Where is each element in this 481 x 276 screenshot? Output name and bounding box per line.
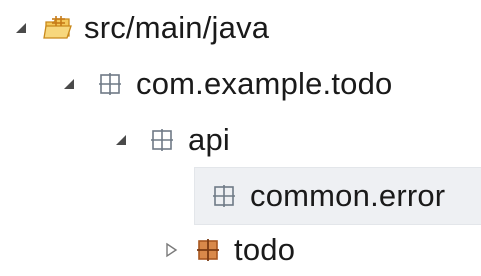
tree-item-com-example-todo[interactable]: com.example.todo bbox=[0, 58, 393, 110]
tree-item-todo[interactable]: todo bbox=[0, 224, 295, 276]
tree-item-label: com.example.todo bbox=[136, 66, 393, 101]
expanded-arrow-icon[interactable] bbox=[110, 129, 132, 151]
tree-item-label: api bbox=[188, 122, 230, 157]
tree-item-common-error[interactable]: common.error bbox=[0, 170, 445, 222]
tree-item-api[interactable]: api bbox=[0, 114, 230, 166]
expanded-arrow-icon[interactable] bbox=[10, 17, 32, 39]
package-icon bbox=[94, 68, 126, 100]
source-folder-icon bbox=[42, 12, 74, 44]
tree-item-label: src/main/java bbox=[84, 10, 270, 45]
package-icon bbox=[208, 180, 240, 212]
collapsed-arrow-icon[interactable] bbox=[160, 239, 182, 261]
package-icon bbox=[192, 234, 224, 266]
tree-item-label: common.error bbox=[250, 178, 446, 213]
expanded-arrow-icon[interactable] bbox=[58, 73, 80, 95]
tree-item-label: todo bbox=[234, 232, 296, 267]
tree-item-src-main-java[interactable]: src/main/java bbox=[0, 2, 269, 54]
package-icon bbox=[146, 124, 178, 156]
